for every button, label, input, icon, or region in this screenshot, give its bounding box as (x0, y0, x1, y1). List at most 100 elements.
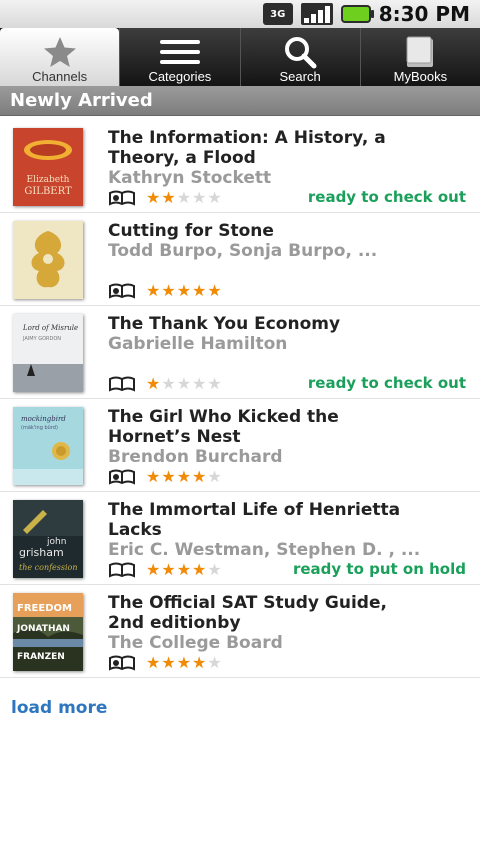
star-icon: ★ (176, 281, 192, 300)
tab-search[interactable]: Search (239, 28, 360, 86)
star-icon: ★ (192, 188, 207, 207)
star-icon: ★ (207, 653, 222, 672)
book-cover: Elizabeth GILBERT (13, 128, 83, 206)
book-author: Gabrielle Hamilton (108, 334, 288, 354)
book-author: Eric C. Westman, Stephen D. , ... (108, 540, 421, 560)
book-title: The Information: A History, a Theory, a … (108, 128, 386, 168)
star-icon: ★ (176, 560, 192, 579)
star-icon: ★ (146, 188, 161, 207)
tab-categories[interactable]: Categories (119, 28, 240, 86)
svg-text:Elizabeth: Elizabeth (27, 175, 70, 185)
open-book-icon (109, 655, 135, 671)
network-3g-icon: 3G (262, 3, 293, 25)
star-icon: ★ (207, 467, 222, 486)
star-icon: ★ (161, 281, 176, 300)
svg-text:JONATHAN: JONATHAN (16, 624, 70, 634)
star-icon: ★ (176, 374, 192, 393)
list-item[interactable]: FREEDOM JONATHAN FRANZEN The Official SA… (0, 585, 480, 678)
star-rating: ★ ★ ★ ★ ★ (146, 190, 222, 206)
book-title: Cutting for Stone (108, 221, 274, 241)
clock: 8:30 PM (378, 2, 470, 26)
search-icon (282, 35, 318, 69)
list-item[interactable]: Cutting for Stone Todd Burpo, Sonja Burp… (0, 213, 480, 306)
star-icon: ★ (207, 374, 222, 393)
svg-text:(mäk'ing bûrd): (mäk'ing bûrd) (21, 424, 58, 431)
availability-status: ready to check out (307, 188, 466, 206)
star-icon: ★ (176, 653, 192, 672)
star-icon: ★ (146, 374, 161, 393)
star-icon: ★ (192, 374, 207, 393)
star-icon: ★ (146, 281, 161, 300)
star-icon: ★ (176, 188, 192, 207)
star-icon: ★ (161, 560, 176, 579)
book-cover: john grisham the confession (13, 500, 83, 578)
tab-label: Channels (32, 69, 88, 84)
star-rating: ★ ★ ★ ★ ★ (146, 376, 222, 392)
book-author: Kathryn Stockett (108, 168, 272, 188)
star-rating: ★ ★ ★ ★ ★ (146, 655, 222, 671)
book-list: Elizabeth GILBERT The Information: A His… (0, 120, 480, 678)
availability-status: ready to check out (307, 374, 466, 392)
book-cover: Lord of Misrule JAIMY GORDON (13, 314, 83, 392)
book-author: Brendon Burchard (108, 447, 283, 467)
star-icon: ★ (207, 560, 222, 579)
star-icon: ★ (161, 653, 176, 672)
star-icon: ★ (176, 467, 192, 486)
book-author: Todd Burpo, Sonja Burpo, ... (108, 241, 378, 261)
status-bar: 3G 8:30 PM (0, 0, 480, 28)
book-cover: FREEDOM JONATHAN FRANZEN (13, 593, 83, 671)
star-icon: ★ (192, 560, 207, 579)
star-rating: ★ ★ ★ ★ ★ (146, 469, 222, 485)
star-icon: ★ (207, 281, 222, 300)
list-item[interactable]: Lord of Misrule JAIMY GORDON The Thank Y… (0, 306, 480, 399)
list-item[interactable]: mockingbird (mäk'ing bûrd) The Girl Who … (0, 399, 480, 492)
book-title: The Thank You Economy (108, 314, 341, 334)
book-title: The Immortal Life of Henrietta Lacks (108, 500, 401, 540)
tab-label: Categories (148, 69, 212, 84)
star-icon: ★ (192, 653, 207, 672)
svg-text:the confession: the confession (19, 563, 78, 572)
star-icon (42, 35, 78, 69)
section-title: Newly Arrived (10, 90, 153, 111)
star-icon: ★ (161, 188, 176, 207)
star-icon: ★ (192, 281, 207, 300)
svg-text:FREEDOM: FREEDOM (17, 603, 72, 614)
svg-text:FRANZEN: FRANZEN (17, 652, 65, 662)
star-rating: ★ ★ ★ ★ ★ (146, 562, 222, 578)
star-icon: ★ (146, 653, 161, 672)
svg-text:mockingbird: mockingbird (21, 415, 66, 423)
signal-icon (300, 3, 333, 25)
menu-icon (159, 35, 200, 69)
book-cover: mockingbird (mäk'ing bûrd) (13, 407, 83, 485)
book-title: The Girl Who Kicked the Hornet’s Nest (108, 407, 339, 447)
book-cover (13, 221, 83, 299)
star-icon: ★ (192, 467, 207, 486)
open-book-icon (109, 562, 135, 578)
star-icon: ★ (146, 467, 161, 486)
svg-text:JAIMY GORDON: JAIMY GORDON (22, 336, 61, 342)
tab-mybooks[interactable]: MyBooks (359, 28, 480, 86)
svg-text:Lord of Misrule: Lord of Misrule (22, 324, 78, 332)
book-author: The College Board (108, 633, 283, 653)
star-icon: ★ (161, 374, 176, 393)
open-book-icon (109, 469, 135, 485)
list-item[interactable]: Elizabeth GILBERT The Information: A His… (0, 120, 480, 213)
availability-status: ready to put on hold (292, 560, 466, 578)
star-icon: ★ (161, 467, 176, 486)
svg-text:GILBERT: GILBERT (24, 186, 72, 197)
tab-bar: Channels Categories Search MyBooks (0, 28, 480, 86)
battery-icon (340, 5, 374, 23)
list-item[interactable]: john grisham the confession The Immortal… (0, 492, 480, 585)
open-book-icon (109, 190, 135, 206)
book-icon (403, 35, 437, 69)
tab-label: MyBooks (393, 69, 448, 84)
load-more-link[interactable]: load more (11, 698, 107, 718)
book-title: The Official SAT Study Guide, 2nd editio… (108, 593, 387, 633)
tab-channels[interactable]: Channels (0, 28, 120, 86)
star-icon: ★ (146, 560, 161, 579)
section-header: Newly Arrived (0, 86, 480, 116)
open-book-icon (109, 376, 135, 392)
star-rating: ★ ★ ★ ★ ★ (146, 283, 222, 299)
open-book-icon (109, 283, 135, 299)
star-icon: ★ (207, 188, 222, 207)
